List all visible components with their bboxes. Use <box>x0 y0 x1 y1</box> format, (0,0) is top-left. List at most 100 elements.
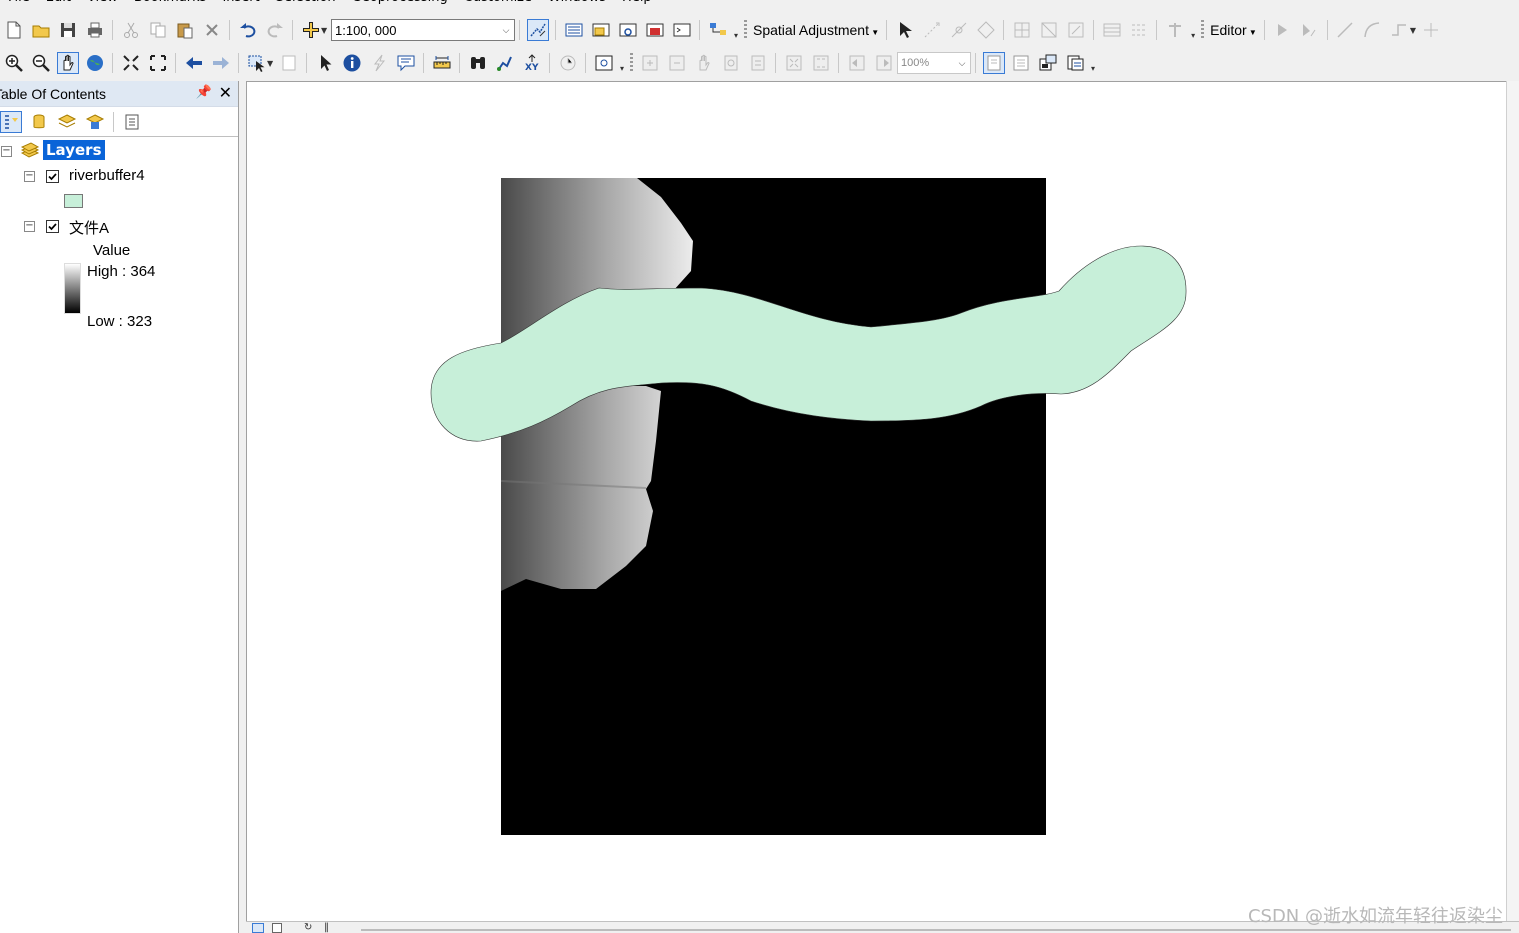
legend-gradient-ramp[interactable] <box>64 263 81 314</box>
zoom-in-icon[interactable] <box>3 52 25 74</box>
search-window-icon[interactable] <box>617 19 639 41</box>
zoom-out-icon[interactable] <box>30 52 52 74</box>
save-icon[interactable] <box>57 19 79 41</box>
list-by-source-icon[interactable] <box>28 111 50 133</box>
modelbuilder-icon[interactable] <box>707 19 729 41</box>
trace-icon[interactable] <box>1388 19 1410 41</box>
data-driven-pages-icon[interactable] <box>1064 52 1086 74</box>
zoom-whole-page-icon[interactable] <box>720 52 742 74</box>
full-extent-globe-icon[interactable] <box>84 52 106 74</box>
attribute-transfer-icon[interactable] <box>1164 19 1186 41</box>
edge-match-icon[interactable] <box>1128 19 1150 41</box>
data-view-icon[interactable] <box>252 923 264 933</box>
endpoint-arc-icon[interactable] <box>1361 19 1383 41</box>
editor-toolbar-icon[interactable] <box>526 19 549 41</box>
menu-windows[interactable]: Windows <box>540 0 614 9</box>
list-by-visibility-icon[interactable] <box>56 111 78 133</box>
clear-selection-icon[interactable] <box>278 52 300 74</box>
new-identity-link-icon[interactable] <box>1011 19 1033 41</box>
fixed-zoom-in-layout-icon[interactable] <box>783 52 805 74</box>
layout-zoom-combo[interactable]: 100% ⌵ <box>897 52 971 74</box>
undo-icon[interactable] <box>237 19 259 41</box>
find-binoculars-icon[interactable] <box>467 52 489 74</box>
go-to-xy-icon[interactable]: XY <box>521 52 543 74</box>
toolbar-grip[interactable] <box>744 20 747 40</box>
new-document-icon[interactable] <box>3 19 25 41</box>
delete-icon[interactable] <box>201 19 223 41</box>
chevron-down-icon[interactable]: ▼ <box>267 59 275 68</box>
menu-edit[interactable]: Edit <box>38 0 79 9</box>
list-by-selection-icon[interactable] <box>84 111 106 133</box>
toc-options-icon[interactable] <box>121 111 143 133</box>
fixed-zoom-out-layout-icon[interactable] <box>810 52 832 74</box>
chevron-down-icon[interactable]: ⌵ <box>498 20 514 40</box>
edit-annotation-icon[interactable] <box>1298 19 1320 41</box>
edit-tool-icon[interactable] <box>1271 19 1293 41</box>
toggle-draft-mode-icon[interactable] <box>982 52 1005 74</box>
layer-visibility-checkbox[interactable] <box>46 170 59 183</box>
view-link-table-icon[interactable] <box>1101 19 1123 41</box>
hyperlink-icon[interactable] <box>368 52 390 74</box>
chevron-down-icon[interactable]: ▼ <box>1410 26 1418 35</box>
html-popup-icon[interactable] <box>395 52 417 74</box>
legend-swatch[interactable] <box>64 194 83 208</box>
layer-name-riverbuffer4[interactable]: riverbuffer4 <box>69 167 145 184</box>
zoom-100-icon[interactable] <box>747 52 769 74</box>
cut-icon[interactable] <box>120 19 142 41</box>
layers-root-label[interactable]: Layers <box>43 140 105 160</box>
pause-drawing-icon[interactable]: ‖ <box>324 922 329 933</box>
pan-hand-icon[interactable] <box>56 52 79 74</box>
layout-forward-icon[interactable] <box>873 52 895 74</box>
open-folder-icon[interactable] <box>30 19 52 41</box>
toolbar-options-icon[interactable]: ▾ <box>617 53 627 73</box>
menu-selection[interactable]: Selection <box>268 0 344 9</box>
pin-icon[interactable]: 📌 <box>196 85 212 100</box>
horizontal-scrollbar[interactable] <box>361 929 1511 931</box>
collapse-icon[interactable]: − <box>24 171 35 182</box>
menu-help[interactable]: Help <box>614 0 660 9</box>
collapse-icon[interactable]: − <box>24 221 35 232</box>
arctoolbox-icon[interactable] <box>644 19 666 41</box>
select-elements-icon[interactable] <box>314 52 336 74</box>
forward-arrow-icon[interactable] <box>210 52 232 74</box>
table-of-contents-icon[interactable] <box>563 19 585 41</box>
chevron-down-icon[interactable]: ⌵ <box>954 53 970 73</box>
overflow-icon[interactable] <box>1420 19 1442 41</box>
clear-links-icon[interactable] <box>1065 19 1087 41</box>
toolbar-grip[interactable] <box>630 53 633 73</box>
editor-menu[interactable]: Editor ▼ <box>1207 22 1260 38</box>
focus-data-frame-icon[interactable] <box>1010 52 1032 74</box>
find-route-icon[interactable] <box>494 52 516 74</box>
time-slider-icon[interactable] <box>557 52 579 74</box>
new-displacement-link-icon[interactable] <box>921 19 943 41</box>
toolbar-grip[interactable] <box>1201 20 1205 40</box>
measure-icon[interactable] <box>431 52 453 74</box>
menu-insert[interactable]: Insert <box>214 0 267 9</box>
toolbar-options-icon[interactable]: ▾ <box>1188 20 1198 40</box>
menu-customize[interactable]: Customize <box>456 0 540 9</box>
map-scale-combo[interactable]: 1:100, 000 ⌵ <box>331 19 515 41</box>
collapse-icon[interactable]: − <box>1 146 12 157</box>
new-limited-adjustment-icon[interactable] <box>1038 19 1060 41</box>
layer-name-file-a[interactable]: 文件A <box>69 217 109 238</box>
identify-icon[interactable] <box>341 52 363 74</box>
toolbar-options-icon[interactable]: ▾ <box>731 20 741 40</box>
paste-icon[interactable] <box>174 19 196 41</box>
layout-zoom-in-icon[interactable] <box>639 52 661 74</box>
refresh-icon[interactable]: ↻ <box>304 922 312 933</box>
layout-pan-icon[interactable] <box>693 52 715 74</box>
catalog-icon[interactable] <box>590 19 612 41</box>
menu-geoprocessing[interactable]: Geoprocessing <box>344 0 456 9</box>
select-elements-icon[interactable] <box>894 19 916 41</box>
layout-view-icon[interactable] <box>272 923 282 933</box>
layout-back-icon[interactable] <box>846 52 868 74</box>
spatial-adjustment-menu[interactable]: Spatial Adjustment ▼ <box>750 22 882 38</box>
close-icon[interactable]: ✕ <box>219 83 232 102</box>
list-by-drawing-order-icon[interactable] <box>0 110 22 133</box>
python-window-icon[interactable] <box>671 19 693 41</box>
back-arrow-icon[interactable] <box>183 52 205 74</box>
print-icon[interactable] <box>84 19 106 41</box>
straight-segment-icon[interactable] <box>1334 19 1356 41</box>
menu-file[interactable]: File <box>0 0 38 9</box>
vertical-scrollbar[interactable] <box>1506 81 1519 921</box>
